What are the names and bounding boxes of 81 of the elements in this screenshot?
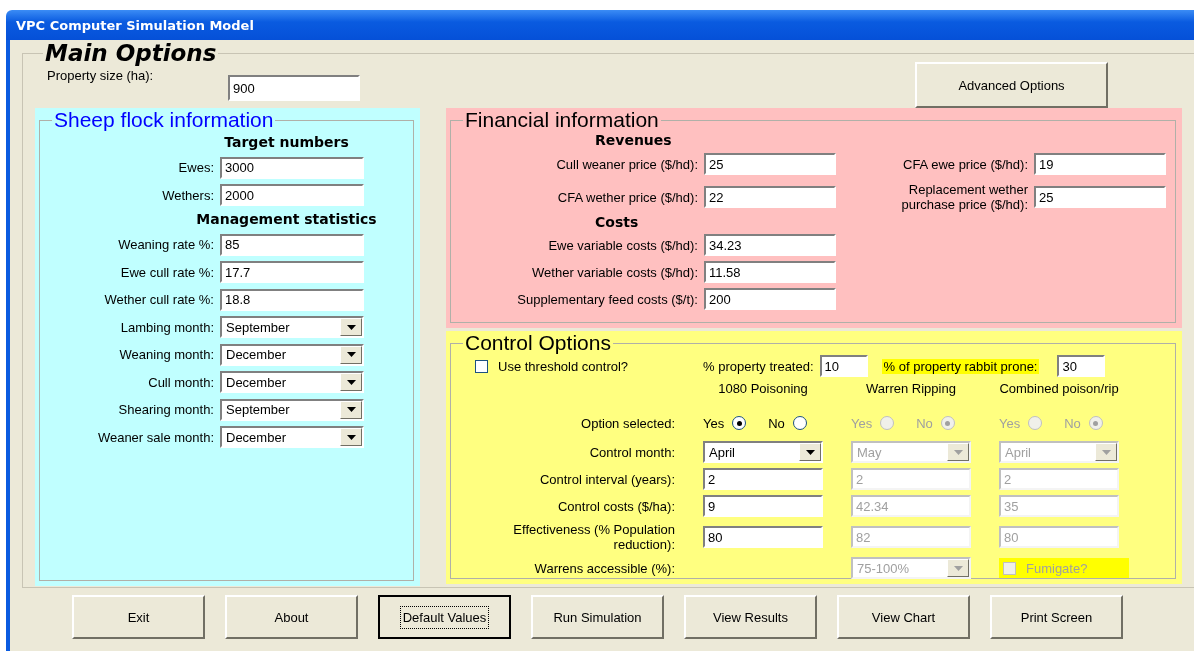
- panel-title: Control Options: [464, 331, 612, 355]
- input-field[interactable]: 30: [1057, 355, 1106, 377]
- input-field[interactable]: 9: [703, 495, 823, 517]
- input-field[interactable]: 80: [703, 526, 823, 548]
- field-label: Wether cull rate %:: [103, 292, 214, 308]
- field-label: % property treated:: [703, 358, 814, 374]
- input-field[interactable]: 17.7: [220, 261, 364, 284]
- checkbox-label: Use threshold control?: [498, 358, 630, 374]
- row-label: Control interval (years):: [538, 471, 675, 487]
- subheading: Target numbers: [223, 134, 350, 150]
- field-label: Wether variable costs ($/hd):: [531, 264, 698, 280]
- dropdown[interactable]: April: [703, 441, 823, 463]
- input-field[interactable]: 200: [704, 288, 836, 310]
- panel-title: Sheep flock information: [53, 108, 275, 132]
- input-field[interactable]: 10: [819, 355, 868, 377]
- radio-label: No: [1064, 415, 1081, 431]
- field-label: Weaning month:: [118, 347, 214, 363]
- radio-button[interactable]: [792, 416, 807, 430]
- field-label: Cull weaner price ($/hd):: [555, 156, 698, 172]
- radio-label: Yes: [851, 415, 873, 431]
- dropdown[interactable]: September: [220, 398, 364, 421]
- dropdown[interactable]: December: [220, 426, 364, 449]
- column-heading: Combined poison/rip: [999, 380, 1119, 398]
- field-label: Weaner sale month:: [96, 429, 214, 445]
- row-label: Warrens accessible (%):: [533, 560, 675, 576]
- checkbox-label: Fumigate?: [1026, 560, 1088, 576]
- panel-title: Financial information: [464, 108, 660, 132]
- input-field[interactable]: 85: [220, 233, 364, 256]
- command-button[interactable]: Run Simulation: [531, 595, 664, 639]
- row-label: Effectiveness (% Population reduction):: [512, 522, 675, 552]
- input-field[interactable]: 19: [1034, 153, 1166, 175]
- field-label: Cull month:: [147, 374, 214, 390]
- input-field[interactable]: 2000: [220, 184, 364, 207]
- input-field[interactable]: 900: [228, 75, 360, 101]
- column-heading: 1080 Poisoning: [717, 380, 809, 398]
- field-label: Replacement wether purchase price ($/hd):: [900, 182, 1028, 212]
- field-label: % of property rabbit prone:: [881, 358, 1040, 374]
- subheading: Revenues: [594, 132, 673, 148]
- window-title: VPC Computer Simulation Model: [16, 17, 254, 33]
- row-label: Option selected:: [580, 415, 675, 431]
- input-field[interactable]: 3000: [220, 156, 364, 179]
- radio-label: No: [916, 415, 933, 431]
- command-button[interactable]: Default Values: [378, 595, 511, 639]
- field-label: Ewe cull rate %:: [119, 264, 214, 280]
- field-label: Supplementary feed costs ($/t):: [516, 291, 698, 307]
- field-label: CFA ewe price ($/hd):: [902, 156, 1028, 172]
- input-field[interactable]: 25: [1034, 186, 1166, 208]
- radio-label: Yes: [703, 415, 725, 431]
- input-field[interactable]: 18.8: [220, 288, 364, 311]
- radio-label: No: [768, 415, 785, 431]
- input-field[interactable]: 34.23: [704, 234, 836, 256]
- command-button[interactable]: View Chart: [837, 595, 970, 639]
- dropdown[interactable]: September: [220, 316, 364, 339]
- field-label: Lambing month:: [119, 319, 214, 335]
- subheading: Management statistics: [195, 211, 378, 227]
- row-label: Control month:: [588, 444, 675, 460]
- field-label: Wethers:: [161, 187, 214, 203]
- dropdown[interactable]: December: [220, 343, 364, 366]
- command-button[interactable]: Print Screen: [990, 595, 1123, 639]
- field-label: Property size (ha):: [47, 68, 155, 83]
- command-button[interactable]: Exit: [72, 595, 205, 639]
- field-label: Ewe variable costs ($/hd):: [547, 237, 698, 253]
- field-label: Ewes:: [177, 160, 214, 176]
- input-field[interactable]: 11.58: [704, 261, 836, 283]
- row-label: Control costs ($/ha):: [556, 498, 675, 514]
- input-field[interactable]: 2: [703, 468, 823, 490]
- dropdown[interactable]: December: [220, 371, 364, 394]
- command-button[interactable]: About: [225, 595, 358, 639]
- checkbox[interactable]: [475, 359, 488, 373]
- input-field[interactable]: 25: [704, 153, 836, 175]
- field-label: Shearing month:: [117, 402, 214, 418]
- field-label: CFA wether price ($/hd):: [556, 189, 698, 205]
- radio-button[interactable]: [732, 416, 747, 430]
- radio-label: Yes: [999, 415, 1021, 431]
- section-title: Main Options: [44, 40, 218, 66]
- command-button[interactable]: View Results: [684, 595, 817, 639]
- column-heading: Warren Ripping: [865, 380, 957, 398]
- subheading: Costs: [594, 214, 640, 230]
- field-label: Weaning rate %:: [117, 237, 214, 253]
- input-field[interactable]: 22: [704, 186, 836, 208]
- advanced-options-button[interactable]: Advanced Options: [915, 62, 1108, 108]
